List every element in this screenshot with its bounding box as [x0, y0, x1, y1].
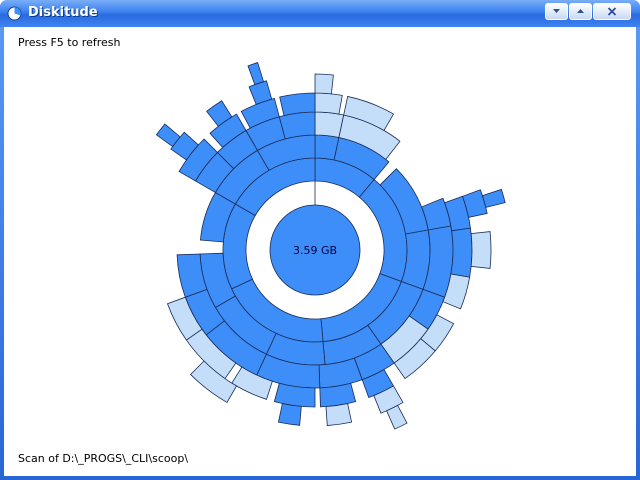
- file-segment[interactable]: [325, 403, 353, 426]
- scan-status: Scan of D:\_PROGS\_CLI\scoop\: [18, 452, 189, 465]
- file-segment[interactable]: [314, 73, 334, 95]
- window-title: Diskitude: [28, 5, 98, 20]
- total-size-label: 3.59 GB: [293, 244, 337, 257]
- disk-pie-icon: [7, 6, 22, 21]
- directory-segment[interactable]: [247, 62, 265, 86]
- directory-segment[interactable]: [450, 227, 473, 278]
- sunburst-chart[interactable]: 3.59 GB: [4, 27, 636, 476]
- file-segment[interactable]: [470, 231, 492, 269]
- title-bar[interactable]: Diskitude: [0, 0, 640, 27]
- file-segment[interactable]: [386, 404, 408, 430]
- directory-segment[interactable]: [278, 111, 316, 140]
- close-icon: [607, 7, 617, 16]
- directory-segment[interactable]: [279, 92, 316, 117]
- directory-segment[interactable]: [481, 188, 506, 208]
- directory-segment[interactable]: [277, 403, 302, 426]
- file-segment[interactable]: [314, 92, 343, 115]
- restore-icon: [577, 9, 584, 13]
- minimize-button[interactable]: [545, 3, 568, 20]
- restore-button[interactable]: [569, 3, 592, 20]
- minimize-icon: [553, 9, 560, 13]
- client-area: Press F5 to refresh 3.59 GB Scan of D:\_…: [4, 27, 636, 476]
- app-window: Diskitude Press F5 to refresh 3.59 GB Sc…: [0, 0, 640, 480]
- close-button[interactable]: [593, 3, 631, 20]
